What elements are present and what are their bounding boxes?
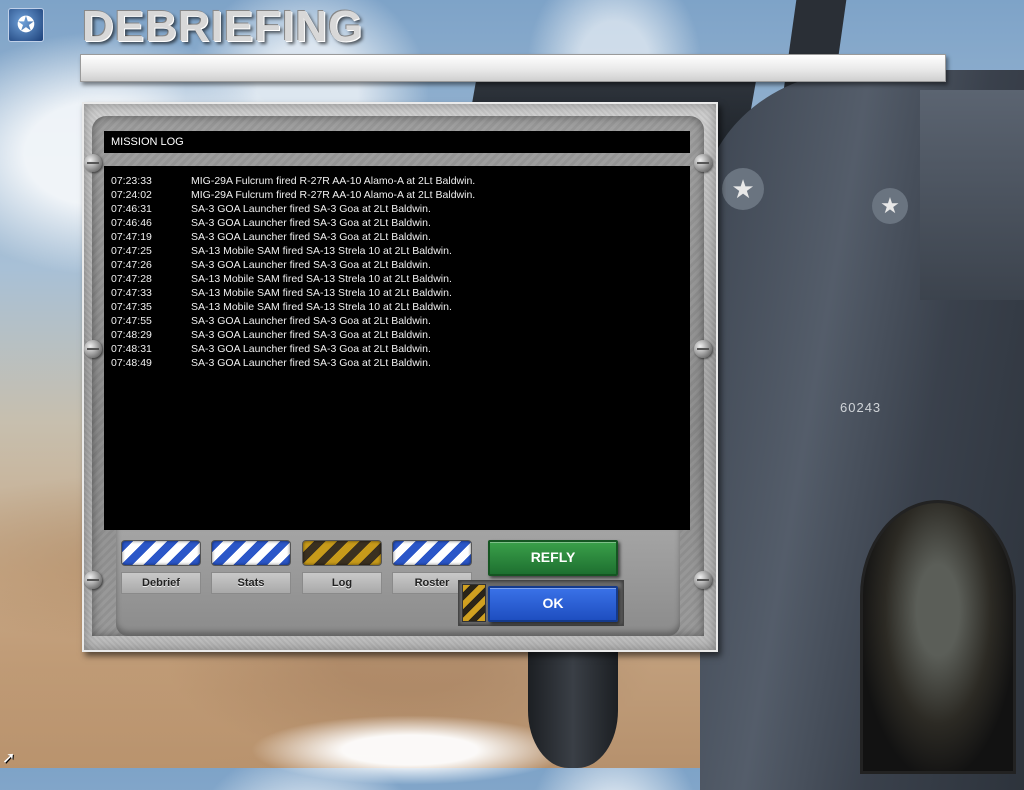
screw-icon [84, 340, 102, 358]
log-entry: 07:46:46 SA-3 GOA Launcher fired SA-3 Goa… [104, 216, 690, 230]
log-time: 07:48:31 [111, 343, 152, 355]
log-entry: 07:47:26 SA-3 GOA Launcher fired SA-3 Goa… [104, 258, 690, 272]
header-bar [80, 54, 946, 82]
log-message: SA-13 Mobile SAM fired SA-13 Strela 10 a… [191, 301, 452, 313]
mouse-cursor-icon: ➚ [2, 750, 16, 767]
screw-icon [694, 154, 712, 172]
log-entry: 07:24:02 MIG-29A Fulcrum fired R-27R AA-1… [104, 188, 690, 202]
log-entry: 07:47:19 SA-3 GOA Launcher fired SA-3 Goa… [104, 230, 690, 244]
log-message: SA-3 GOA Launcher fired SA-3 Goa at 2Lt … [191, 329, 431, 341]
jet-fuel-tank [528, 640, 618, 768]
star-globe-icon[interactable]: ✪ [8, 8, 44, 42]
tab-roster-indicator[interactable] [392, 540, 472, 566]
log-time: 07:47:19 [111, 231, 152, 243]
page-title: DEBRIEFING [82, 2, 364, 51]
log-time: 07:24:02 [111, 189, 152, 201]
log-message: SA-3 GOA Launcher fired SA-3 Goa at 2Lt … [191, 357, 431, 369]
screw-icon [694, 340, 712, 358]
jet-wing-right [920, 90, 1024, 300]
tab-debrief[interactable]: Debrief [121, 572, 201, 594]
log-entry: 07:48:49 SA-3 GOA Launcher fired SA-3 Goa… [104, 356, 690, 370]
log-time: 07:47:35 [111, 301, 152, 313]
screw-icon [84, 571, 102, 589]
log-entry: 07:47:55 SA-3 GOA Launcher fired SA-3 Goa… [104, 314, 690, 328]
refly-button[interactable]: REFLY [488, 540, 618, 576]
jet-canopy [860, 500, 1016, 774]
log-entry: 07:46:31 SA-3 GOA Launcher fired SA-3 Goa… [104, 202, 690, 216]
log-entry: 07:23:33 MIG-29A Fulcrum fired R-27R AA-1… [104, 174, 690, 188]
ok-hazard-stripe [462, 584, 486, 622]
log-time: 07:48:29 [111, 329, 152, 341]
tab-log[interactable]: Log [302, 572, 382, 594]
log-time: 07:47:26 [111, 259, 152, 271]
log-message: SA-3 GOA Launcher fired SA-3 Goa at 2Lt … [191, 217, 431, 229]
roundel-star-icon: ★ [722, 168, 764, 210]
log-time: 07:23:33 [111, 175, 152, 187]
log-time: 07:47:25 [111, 245, 152, 257]
cloud-background [250, 715, 570, 785]
log-entry: 07:48:31 SA-3 GOA Launcher fired SA-3 Goa… [104, 342, 690, 356]
log-entry: 07:47:33 SA-13 Mobile SAM fired SA-13 Str… [104, 286, 690, 300]
roundel-star-icon: ★ [872, 188, 908, 224]
log-time: 07:48:49 [111, 357, 152, 369]
log-entry: 07:47:25 SA-13 Mobile SAM fired SA-13 Str… [104, 244, 690, 258]
mission-log-heading: MISSION LOG [104, 131, 690, 153]
screw-icon [84, 154, 102, 172]
log-message: SA-3 GOA Launcher fired SA-3 Goa at 2Lt … [191, 343, 431, 355]
tab-debrief-indicator[interactable] [121, 540, 201, 566]
mission-log-list[interactable]: 07:23:33 MIG-29A Fulcrum fired R-27R AA-1… [104, 166, 690, 530]
log-entry: 07:48:29 SA-3 GOA Launcher fired SA-3 Goa… [104, 328, 690, 342]
log-message: MIG-29A Fulcrum fired R-27R AA-10 Alamo-… [191, 175, 476, 187]
log-message: SA-3 GOA Launcher fired SA-3 Goa at 2Lt … [191, 231, 431, 243]
log-message: SA-13 Mobile SAM fired SA-13 Strela 10 a… [191, 273, 452, 285]
tab-log-indicator[interactable] [302, 540, 382, 566]
log-time: 07:46:31 [111, 203, 152, 215]
log-message: SA-13 Mobile SAM fired SA-13 Strela 10 a… [191, 245, 452, 257]
log-time: 07:46:46 [111, 217, 152, 229]
log-time: 07:47:28 [111, 273, 152, 285]
log-entry: 07:47:35 SA-13 Mobile SAM fired SA-13 Str… [104, 300, 690, 314]
log-message: SA-13 Mobile SAM fired SA-13 Strela 10 a… [191, 287, 452, 299]
tab-stats[interactable]: Stats [211, 572, 291, 594]
ok-button[interactable]: OK [488, 586, 618, 622]
log-message: MIG-29A Fulcrum fired R-27R AA-10 Alamo-… [191, 189, 476, 201]
tab-stats-indicator[interactable] [211, 540, 291, 566]
log-message: SA-3 GOA Launcher fired SA-3 Goa at 2Lt … [191, 315, 431, 327]
log-time: 07:47:33 [111, 287, 152, 299]
log-entry: 07:47:28 SA-13 Mobile SAM fired SA-13 Str… [104, 272, 690, 286]
log-time: 07:47:55 [111, 315, 152, 327]
tail-number: 60243 [840, 400, 882, 415]
screw-icon [694, 571, 712, 589]
log-message: SA-3 GOA Launcher fired SA-3 Goa at 2Lt … [191, 203, 431, 215]
log-message: SA-3 GOA Launcher fired SA-3 Goa at 2Lt … [191, 259, 431, 271]
